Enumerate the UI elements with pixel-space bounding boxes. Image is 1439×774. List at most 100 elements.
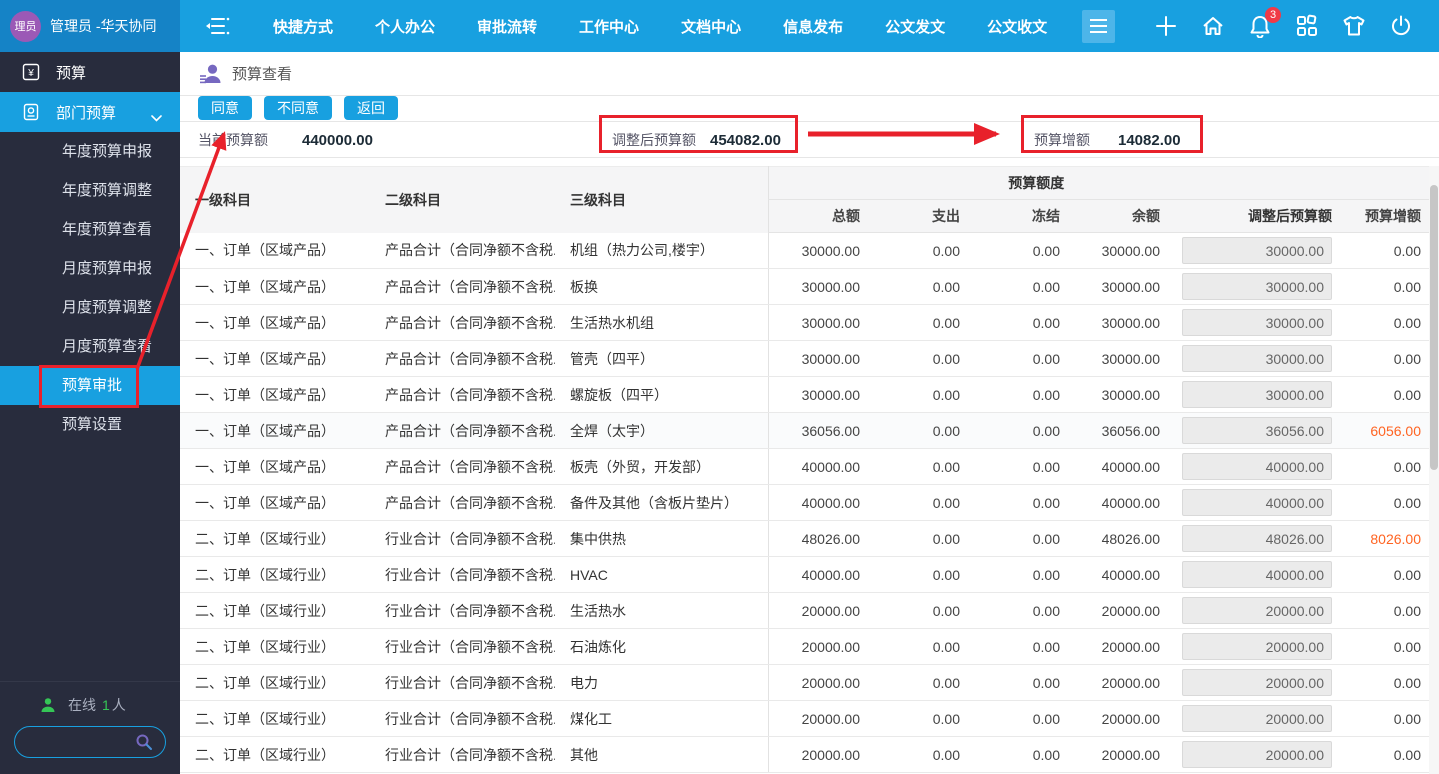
cell-total: 48026.00 [768, 521, 864, 557]
cell-level2: 行业合计（合同净额不含税... [370, 737, 555, 773]
cell-level2: 行业合计（合同净额不含税... [370, 593, 555, 629]
cell-increase: 0.00 [1344, 701, 1429, 737]
cell-increase: 0.00 [1344, 233, 1429, 269]
menu-item-doc-send[interactable]: 公文发文 [871, 16, 959, 37]
table-row: 二、订单（区域行业） 行业合计（合同净额不含税... 石油炼化 20000.00… [180, 629, 1429, 665]
cell-total: 30000.00 [768, 233, 864, 269]
sidebar-item-annual-budget-adjust[interactable]: 年度预算调整 [0, 171, 180, 210]
sidebar-item-annual-budget-view[interactable]: 年度预算查看 [0, 210, 180, 249]
cell-spent: 0.00 [864, 521, 964, 557]
cell-level3: 生活热水机组 [555, 305, 768, 341]
online-count: 1 [102, 697, 110, 713]
cell-level3: 电力 [555, 665, 768, 701]
cell-level1: 一、订单（区域产品） [180, 413, 370, 449]
menu-item-work-center[interactable]: 工作中心 [565, 16, 653, 37]
cell-level2: 产品合计（合同净额不含税... [370, 485, 555, 521]
cell-level3: 备件及其他（含板片垫片） [555, 485, 768, 521]
cell-level3: 其他 [555, 737, 768, 773]
back-button[interactable]: 返回 [344, 96, 398, 120]
col-header-spent: 支出 [864, 200, 964, 233]
current-budget-stat: 当前预算额 440000.00 [198, 122, 373, 158]
cell-level1: 一、订单（区域产品） [180, 449, 370, 485]
disagree-button[interactable]: 不同意 [264, 96, 332, 120]
stats-row: 当前预算额 440000.00 调整后预算额 454082.00 预算增额 14… [180, 122, 1439, 158]
menu-item-doc-center[interactable]: 文档中心 [667, 16, 755, 37]
cell-level2: 产品合计（合同净额不含税... [370, 269, 555, 305]
home-icon[interactable] [1201, 14, 1225, 38]
cell-level3: 石油炼化 [555, 629, 768, 665]
page-title: 预算查看 [232, 63, 292, 84]
sidebar-item-annual-budget-declare[interactable]: 年度预算申报 [0, 132, 180, 171]
cell-remain: 30000.00 [1064, 233, 1164, 269]
cell-level1: 二、订单（区域行业） [180, 737, 370, 773]
notification-badge: 3 [1265, 7, 1281, 23]
adjusted-budget-input [1182, 669, 1332, 696]
top-nav: 快捷方式 个人办公 审批流转 工作中心 文档中心 信息发布 公文发文 公文收文 … [180, 0, 1439, 52]
plus-icon[interactable] [1154, 14, 1178, 38]
cell-increase: 0.00 [1344, 485, 1429, 521]
sidebar-item-monthly-budget-view[interactable]: 月度预算查看 [0, 327, 180, 366]
person-list-icon [198, 62, 222, 86]
adjusted-budget-input [1182, 705, 1332, 732]
avatar[interactable]: 理员 [10, 11, 41, 42]
cell-remain: 30000.00 [1064, 341, 1164, 377]
cell-spent: 0.00 [864, 449, 964, 485]
cell-increase: 0.00 [1344, 557, 1429, 593]
sidebar-item-department-budget[interactable]: 部门预算 [0, 92, 180, 132]
sidebar-item-budget[interactable]: ¥ 预算 [0, 52, 180, 92]
shirt-icon[interactable] [1342, 14, 1366, 38]
collapse-menu-icon[interactable] [202, 13, 234, 39]
scrollbar-thumb[interactable] [1430, 185, 1438, 470]
sidebar-item-budget-approval[interactable]: 预算审批 [0, 366, 180, 405]
cell-level2: 行业合计（合同净额不含税... [370, 701, 555, 737]
cell-increase: 0.00 [1344, 341, 1429, 377]
sidebar-search [14, 726, 166, 758]
cell-spent: 0.00 [864, 377, 964, 413]
sidebar-footer: 在线 1 人 [0, 681, 180, 774]
col-header-adjusted: 调整后预算额 [1164, 200, 1344, 233]
table-row: 一、订单（区域产品） 产品合计（合同净额不含税... 机组（热力公司,楼宇） 3… [180, 233, 1429, 269]
cell-spent: 0.00 [864, 485, 964, 521]
cell-increase: 0.00 [1344, 737, 1429, 773]
cell-level2: 行业合计（合同净额不含税... [370, 521, 555, 557]
sidebar-item-monthly-budget-adjust[interactable]: 月度预算调整 [0, 288, 180, 327]
cell-remain: 40000.00 [1064, 449, 1164, 485]
topbar: 理员 管理员 -华天协同 快捷方式 个人办公 审批流转 工作中心 文档中心 信息… [0, 0, 1439, 52]
cell-spent: 0.00 [864, 305, 964, 341]
adjusted-budget-input [1182, 237, 1332, 264]
sidebar-item-budget-settings[interactable]: 预算设置 [0, 405, 180, 444]
agree-button[interactable]: 同意 [198, 96, 252, 120]
search-input[interactable] [27, 730, 145, 754]
menu-item-info-publish[interactable]: 信息发布 [769, 16, 857, 37]
cell-level3: 全焊（太宇） [555, 413, 768, 449]
adjusted-budget-input [1182, 633, 1332, 660]
hamburger-icon[interactable] [1082, 10, 1115, 43]
cell-level2: 产品合计（合同净额不含税... [370, 233, 555, 269]
cell-total: 20000.00 [768, 737, 864, 773]
cell-frozen: 0.00 [964, 521, 1064, 557]
power-icon[interactable] [1389, 14, 1413, 38]
search-icon[interactable] [135, 733, 153, 756]
cell-increase: 0.00 [1344, 377, 1429, 413]
adjusted-budget-input [1182, 417, 1332, 444]
cell-frozen: 0.00 [964, 305, 1064, 341]
cell-spent: 0.00 [864, 701, 964, 737]
brand-area: 理员 管理员 -华天协同 [0, 0, 180, 52]
sidebar-item-label: 预算 [56, 62, 86, 83]
cell-level3: 生活热水 [555, 593, 768, 629]
sidebar-item-monthly-budget-declare[interactable]: 月度预算申报 [0, 249, 180, 288]
cell-spent: 0.00 [864, 269, 964, 305]
apps-icon[interactable] [1295, 14, 1319, 38]
bell-icon[interactable]: 3 [1248, 14, 1272, 38]
cell-remain: 20000.00 [1064, 593, 1164, 629]
cell-level2: 产品合计（合同净额不含税... [370, 341, 555, 377]
cell-remain: 36056.00 [1064, 413, 1164, 449]
menu-item-personal-office[interactable]: 个人办公 [361, 16, 449, 37]
col-header-level2: 二级科目 [370, 167, 555, 233]
adjusted-budget-stat: 调整后预算额 454082.00 [612, 122, 781, 158]
menu-item-doc-receive[interactable]: 公文收文 [973, 16, 1061, 37]
cell-level2: 行业合计（合同净额不含税... [370, 629, 555, 665]
menu-item-shortcuts[interactable]: 快捷方式 [259, 16, 347, 37]
menu-item-approval-flow[interactable]: 审批流转 [463, 16, 551, 37]
cell-increase: 0.00 [1344, 629, 1429, 665]
